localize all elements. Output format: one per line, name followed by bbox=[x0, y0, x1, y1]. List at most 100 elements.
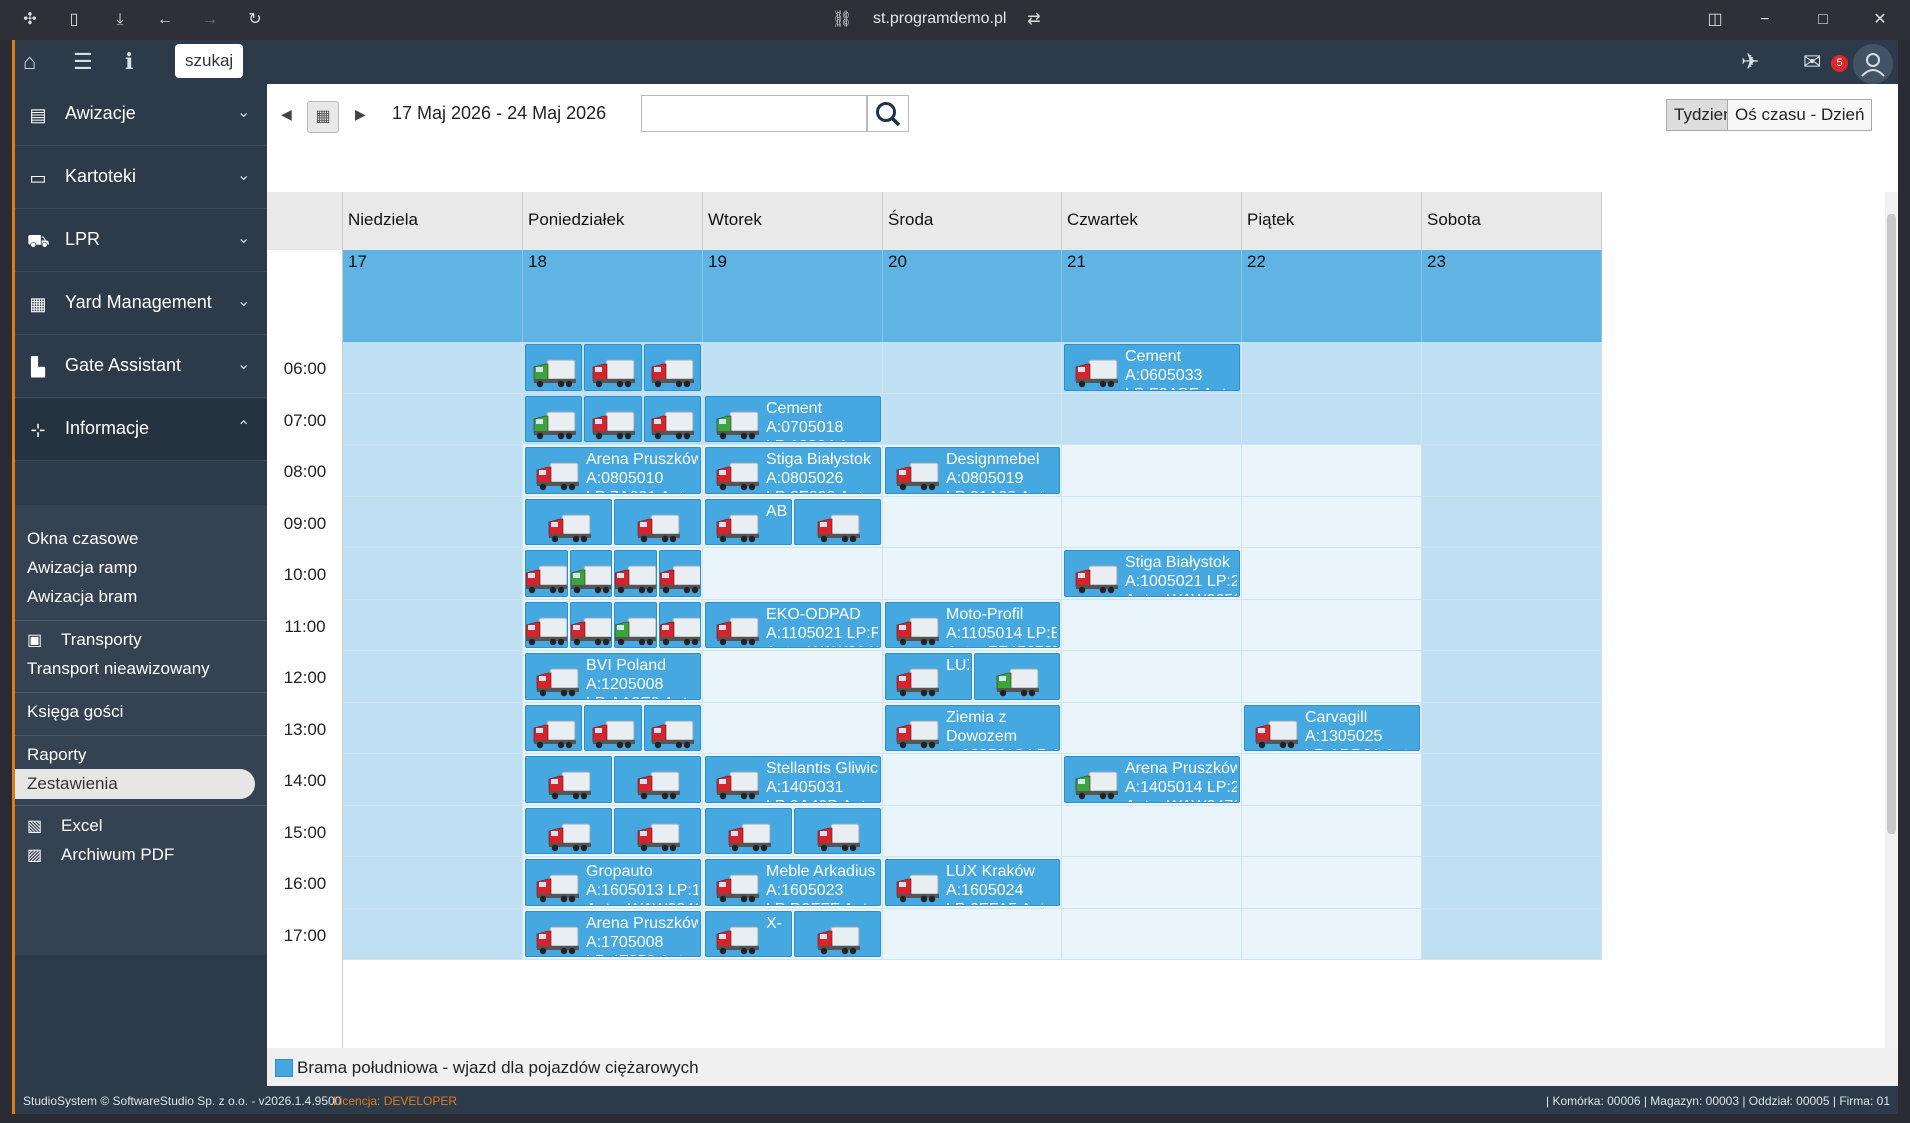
appointment-block[interactable]: LUX Kraków A:1605024 LP:0FFA5 Auto: bbox=[885, 859, 1060, 906]
search-button[interactable]: szukaj bbox=[175, 44, 244, 78]
time-slot[interactable] bbox=[1242, 754, 1422, 806]
submenu-raporty[interactable]: Raporty bbox=[27, 740, 87, 770]
day-date-cell[interactable]: 18 bbox=[523, 250, 703, 342]
time-slot[interactable] bbox=[1422, 393, 1602, 445]
time-slot[interactable] bbox=[703, 548, 883, 600]
sidebar-item-lpr[interactable]: ⛟ LPR ⌄ bbox=[15, 210, 267, 272]
day-date-cell[interactable]: 22 bbox=[1242, 250, 1422, 342]
appointment-block[interactable] bbox=[794, 498, 881, 545]
view-timeline-button[interactable]: Oś czasu - Dzień bbox=[1727, 99, 1873, 131]
time-slot[interactable] bbox=[1062, 445, 1242, 497]
appointment-block[interactable] bbox=[643, 344, 701, 391]
time-slot[interactable] bbox=[1422, 342, 1602, 394]
time-slot[interactable] bbox=[343, 857, 523, 909]
time-slot[interactable] bbox=[1062, 702, 1242, 754]
appointment-block[interactable]: Stiga Białystok A:1005021 LP:2E0D1 Auto:… bbox=[1064, 550, 1240, 597]
time-slot[interactable] bbox=[883, 496, 1062, 548]
appointment-block[interactable] bbox=[658, 550, 701, 597]
submenu-transport-nieawizowany[interactable]: Transport nieawizowany bbox=[27, 654, 210, 684]
time-slot[interactable] bbox=[1242, 908, 1422, 960]
appointment-block[interactable]: Stellantis Gliwice A:1405031 LP:9A49B Au… bbox=[705, 756, 881, 803]
appointment-block[interactable]: Carvagill A:1305025 LP:ADD81 Auto: bbox=[1244, 704, 1420, 751]
appointment-block[interactable]: BVI Poland A:1205008 LP:AA2E9 Auto: bbox=[525, 653, 701, 700]
minimize-icon[interactable]: − bbox=[1755, 10, 1775, 30]
appointment-block[interactable]: EKO-ODPAD A:1105021 LP:F0A09 Auto: WAW01… bbox=[705, 601, 881, 648]
sidebar-item-informacje[interactable]: ⊹ Informacje ⌃ bbox=[15, 399, 267, 461]
appointment-block[interactable] bbox=[658, 601, 701, 648]
browser-logo-icon[interactable]: ✣ bbox=[20, 10, 40, 30]
appointment-block[interactable] bbox=[584, 704, 642, 751]
close-icon[interactable]: ✕ bbox=[1870, 10, 1890, 30]
appointment-block[interactable]: Gropauto A:1605013 LP:1402C Auto: WAW034… bbox=[525, 859, 701, 906]
appointment-block[interactable]: Arena Pruszków A:0805010 LP:7A891 Auto: bbox=[525, 447, 701, 494]
sidebar-toggle-icon[interactable]: ▯ bbox=[64, 10, 84, 30]
time-slot[interactable] bbox=[1062, 857, 1242, 909]
appointment-block[interactable] bbox=[525, 550, 568, 597]
time-slot[interactable] bbox=[1242, 651, 1422, 703]
time-slot[interactable] bbox=[1062, 393, 1242, 445]
appointment-block[interactable] bbox=[794, 807, 881, 854]
menu-collapse-icon[interactable]: ☰ bbox=[73, 50, 93, 74]
scrollbar-thumb[interactable] bbox=[1887, 214, 1896, 834]
time-slot[interactable] bbox=[1242, 599, 1422, 651]
appointment-block[interactable] bbox=[643, 395, 701, 442]
time-slot[interactable] bbox=[1422, 496, 1602, 548]
appointment-block[interactable] bbox=[584, 344, 642, 391]
download-icon[interactable]: ⤓ bbox=[110, 10, 130, 30]
time-slot[interactable] bbox=[343, 805, 523, 857]
time-slot[interactable] bbox=[703, 702, 883, 754]
appointment-block[interactable]: AB bbox=[705, 498, 792, 545]
appointment-block[interactable] bbox=[614, 756, 701, 803]
time-slot[interactable] bbox=[1242, 496, 1422, 548]
time-slot[interactable] bbox=[703, 651, 883, 703]
time-slot[interactable] bbox=[1422, 548, 1602, 600]
mail-icon[interactable]: ✉ bbox=[1803, 50, 1821, 74]
time-slot[interactable] bbox=[883, 393, 1062, 445]
time-slot[interactable] bbox=[1422, 651, 1602, 703]
search-submit-button[interactable] bbox=[867, 95, 909, 132]
submenu-archiwum-pdf[interactable]: ▨ Archiwum PDF bbox=[27, 840, 174, 870]
appointment-block[interactable] bbox=[525, 395, 583, 442]
submenu-zestawienia[interactable]: Zestawienia bbox=[15, 769, 255, 799]
submenu-transporty[interactable]: ▣ Transporty bbox=[27, 625, 142, 655]
user-avatar[interactable] bbox=[1853, 44, 1893, 84]
back-icon[interactable]: ← bbox=[155, 10, 175, 30]
sidebar-item-awizacje[interactable]: ▤ Awizacje ⌄ bbox=[15, 84, 267, 146]
time-slot[interactable] bbox=[1242, 857, 1422, 909]
calendar-scrollbar[interactable] bbox=[1885, 192, 1898, 1048]
time-slot[interactable] bbox=[1422, 908, 1602, 960]
appointment-block[interactable]: Stiga Białystok A:0805026 LP:8F838 Auto: bbox=[705, 447, 881, 494]
submenu-awizacja-ramp[interactable]: Awizacja ramp bbox=[27, 553, 137, 583]
time-slot[interactable] bbox=[343, 599, 523, 651]
site-settings-icon[interactable]: ⇄ bbox=[1024, 10, 1044, 30]
appointment-block[interactable] bbox=[705, 807, 792, 854]
day-date-cell[interactable]: 19 bbox=[703, 250, 883, 342]
time-slot[interactable] bbox=[343, 342, 523, 394]
time-slot[interactable] bbox=[883, 754, 1062, 806]
appointment-block[interactable] bbox=[525, 344, 583, 391]
time-slot[interactable] bbox=[1062, 496, 1242, 548]
time-slot[interactable] bbox=[883, 342, 1062, 394]
time-slot[interactable] bbox=[703, 342, 883, 394]
day-date-cell[interactable]: 20 bbox=[883, 250, 1062, 342]
appointment-block[interactable]: Meble Arkadius A:1605023 LP:D9FFF Auto: bbox=[705, 859, 881, 906]
reload-icon[interactable]: ↻ bbox=[245, 10, 265, 30]
appointment-block[interactable] bbox=[525, 498, 612, 545]
search-input[interactable] bbox=[641, 95, 867, 132]
time-slot[interactable] bbox=[1422, 805, 1602, 857]
calendar-picker-button[interactable]: ▦ bbox=[307, 101, 339, 133]
time-slot[interactable] bbox=[343, 908, 523, 960]
time-slot[interactable] bbox=[1422, 445, 1602, 497]
day-date-cell[interactable]: 23 bbox=[1422, 250, 1602, 342]
appointment-block[interactable] bbox=[614, 807, 701, 854]
time-slot[interactable] bbox=[1242, 445, 1422, 497]
plane-icon[interactable]: ✈ bbox=[1741, 50, 1759, 74]
appointment-block[interactable]: Designmebel A:0805019 LP:21A98 Auto: bbox=[885, 447, 1060, 494]
appointment-block[interactable] bbox=[525, 704, 583, 751]
appointment-block[interactable] bbox=[794, 910, 881, 957]
url-text[interactable]: st.programdemo.pl bbox=[873, 10, 1006, 28]
prev-week-icon[interactable]: ◀ bbox=[281, 106, 292, 123]
appointment-block[interactable] bbox=[525, 756, 612, 803]
appointment-block[interactable]: X- bbox=[705, 910, 792, 957]
time-slot[interactable] bbox=[1242, 342, 1422, 394]
